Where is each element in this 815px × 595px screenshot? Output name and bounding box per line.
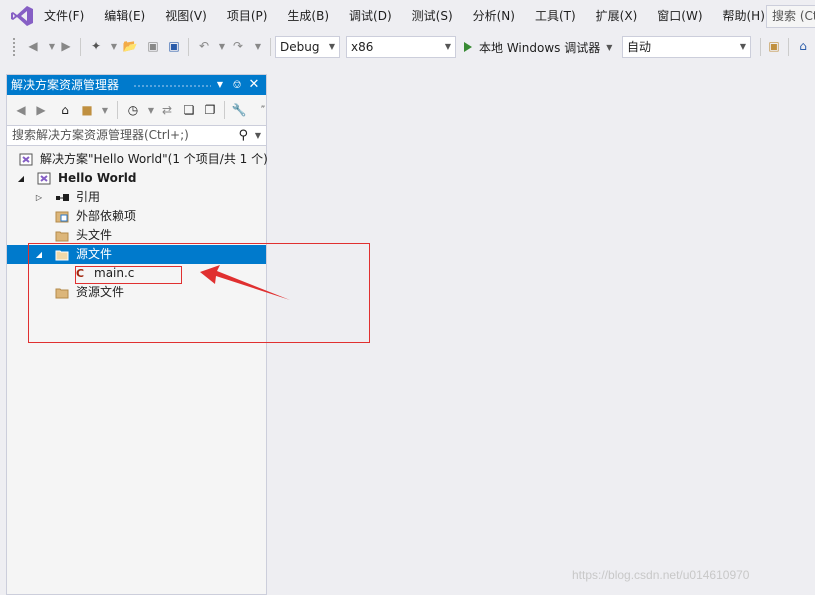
folder-icon — [55, 231, 69, 242]
switch-views-dropdown-icon[interactable]: ▼ — [97, 102, 113, 118]
new-project-icon[interactable]: ✦ — [88, 38, 104, 54]
annotation-inner-box — [75, 266, 182, 284]
chevron-down-icon: ▼ — [606, 42, 613, 52]
platform-select[interactable]: x86 ▼ — [346, 36, 456, 58]
window-position-icon[interactable]: ▼ — [213, 75, 227, 95]
home-icon[interactable]: ⌂ — [57, 102, 73, 118]
tree-item-external-deps[interactable]: 外部依赖项 — [7, 207, 266, 226]
search-icon[interactable]: ⚲ — [238, 126, 248, 145]
menu-extensions[interactable]: 扩展(X) — [586, 0, 648, 33]
auto-value: 自动 — [627, 40, 652, 54]
save-icon[interactable]: ▣ — [145, 38, 161, 54]
menu-test[interactable]: 测试(S) — [402, 0, 463, 33]
header-grip[interactable] — [133, 84, 211, 88]
undo-dropdown-icon[interactable]: ▼ — [214, 38, 230, 54]
toolbar-separator — [117, 101, 118, 119]
tree-item-project[interactable]: ◢ Hello World — [7, 169, 266, 188]
menu-project[interactable]: 项目(P) — [217, 0, 278, 33]
new-project-dropdown-icon[interactable]: ▼ — [106, 38, 122, 54]
forward-icon[interactable]: ▶ — [33, 102, 49, 118]
open-file-icon[interactable]: 📂 — [122, 38, 138, 54]
annotation-arrow-icon — [200, 265, 290, 300]
standard-toolbar: ◀ ▼ ▶ ✦ ▼ 📂 ▣ ▣ ↶ ▼ ↷ ▼ Debug ▼ x86 ▼ 本地… — [0, 33, 815, 60]
configuration-select[interactable]: Debug ▼ — [275, 36, 340, 58]
menu-window[interactable]: 窗口(W) — [647, 0, 712, 33]
solution-icon — [19, 153, 33, 166]
menu-analyze[interactable]: 分析(N) — [463, 0, 525, 33]
chevron-down-icon: ▼ — [739, 42, 746, 51]
undo-icon[interactable]: ↶ — [196, 38, 212, 54]
external-deps-label: 外部依赖项 — [76, 209, 137, 223]
auto-select[interactable]: 自动 ▼ — [622, 36, 751, 58]
toolbar-separator — [224, 101, 225, 119]
menu-build[interactable]: 生成(B) — [277, 0, 339, 33]
menu-view[interactable]: 视图(V) — [155, 0, 217, 33]
configuration-value: Debug — [280, 40, 320, 54]
save-all-icon[interactable]: ▣ — [166, 38, 182, 54]
run-label: 本地 Windows 调试器 — [479, 40, 601, 55]
platform-value: x86 — [351, 40, 374, 54]
pending-changes-icon[interactable]: ◷ — [125, 102, 141, 118]
forward-icon[interactable]: ▶ — [58, 38, 74, 54]
toolbar-separator — [80, 38, 81, 56]
solution-search-placeholder: 搜索解决方案资源管理器(Ctrl+;) — [12, 128, 189, 142]
solution-explorer-title: 解决方案资源管理器 — [11, 78, 120, 92]
show-all-files-icon[interactable]: ❐ — [202, 102, 218, 118]
switch-views-icon[interactable]: ■ — [79, 102, 95, 118]
menu-bar: 文件(F) 编辑(E) 视图(V) 项目(P) 生成(B) 调试(D) 测试(S… — [0, 0, 815, 33]
menu-debug[interactable]: 调试(D) — [339, 0, 402, 33]
menu-tools[interactable]: 工具(T) — [525, 0, 586, 33]
project-label: Hello World — [58, 171, 137, 185]
toolbar-separator — [760, 38, 761, 56]
home-icon[interactable]: ⌂ — [795, 38, 811, 54]
toolbar-separator — [270, 38, 271, 56]
chevron-down-icon[interactable]: ▼ — [255, 126, 261, 145]
tree-item-solution[interactable]: 解决方案"Hello World"(1 个项目/共 1 个) — [7, 150, 268, 169]
solution-search-input[interactable]: 搜索解决方案资源管理器(Ctrl+;) ⚲ ▼ — [7, 125, 266, 146]
solution-label: 解决方案"Hello World"(1 个项目/共 1 个) — [40, 152, 268, 166]
visual-studio-logo-icon — [11, 6, 33, 26]
properties-wrench-icon[interactable]: 🔧 — [231, 102, 247, 118]
close-icon[interactable]: ✕ — [247, 75, 261, 95]
play-icon — [464, 42, 472, 52]
external-deps-icon — [55, 211, 69, 223]
references-icon — [56, 194, 69, 201]
back-icon[interactable]: ◀ — [25, 38, 41, 54]
chevron-down-icon: ▼ — [328, 42, 335, 51]
sync-icon[interactable]: ⇄ — [159, 102, 175, 118]
start-debugging-button[interactable]: 本地 Windows 调试器 ▼ — [464, 36, 612, 58]
back-icon[interactable]: ◀ — [13, 102, 29, 118]
redo-dropdown-icon[interactable]: ▼ — [250, 38, 266, 54]
solution-explorer-toolbar: ◀ ▶ ⌂ ■ ▼ ◷ ▼ ⇄ ❏ ❐ 🔧 ” — [7, 97, 266, 123]
redo-icon[interactable]: ↷ — [230, 38, 246, 54]
solution-explorer-header: 解决方案资源管理器 ▼ ⎊ ✕ — [7, 75, 266, 95]
global-search-input[interactable]: 搜索 (Ct — [766, 5, 815, 28]
cpp-project-icon — [37, 172, 51, 185]
toolbar-separator — [788, 38, 789, 56]
tree-item-references[interactable]: ▷ 引用 — [7, 188, 266, 207]
collapsed-arrow-icon[interactable]: ▷ — [34, 188, 44, 207]
pin-icon[interactable]: ⎊ — [230, 75, 244, 95]
expanded-arrow-icon[interactable]: ◢ — [16, 169, 26, 188]
main-menu: 文件(F) 编辑(E) 视图(V) 项目(P) 生成(B) 调试(D) 测试(S… — [34, 0, 775, 33]
references-label: 引用 — [76, 190, 101, 204]
chevron-down-icon: ▼ — [444, 42, 451, 51]
toolbar-separator — [188, 38, 189, 56]
menu-edit[interactable]: 编辑(E) — [94, 0, 155, 33]
toolbar-grip[interactable] — [12, 37, 16, 56]
pending-changes-dropdown-icon[interactable]: ▼ — [143, 102, 159, 118]
find-in-files-icon[interactable]: ▣ — [766, 38, 782, 54]
menu-file[interactable]: 文件(F) — [34, 0, 94, 33]
collapse-all-icon[interactable]: ❏ — [181, 102, 197, 118]
visual-studio-window: 文件(F) 编辑(E) 视图(V) 项目(P) 生成(B) 调试(D) 测试(S… — [0, 0, 815, 595]
watermark-text: https://blog.csdn.net/u014610970 — [572, 568, 750, 582]
